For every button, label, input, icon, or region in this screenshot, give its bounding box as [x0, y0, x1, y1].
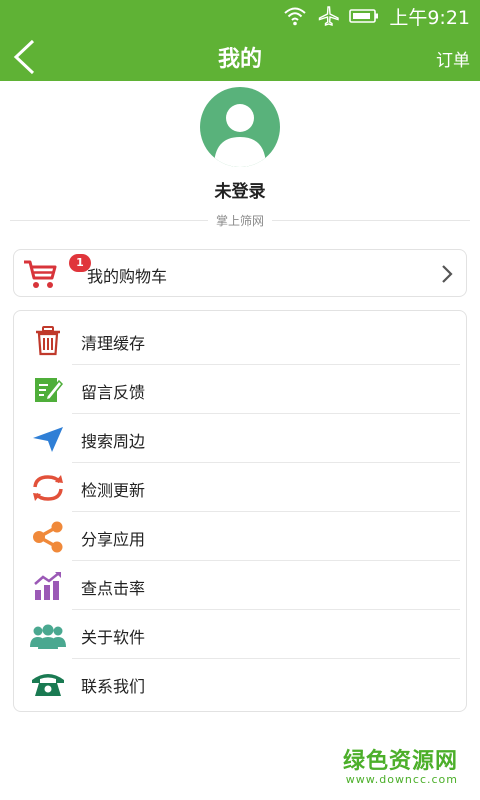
- phone-icon: [28, 668, 68, 700]
- menu-label: 分享应用: [81, 530, 146, 549]
- site-name-divider: 掌上筛网: [10, 212, 471, 229]
- avatar[interactable]: [200, 87, 280, 167]
- divider: [72, 364, 460, 365]
- divider: [72, 658, 460, 659]
- watermark-url: www.downcc.com: [345, 773, 458, 786]
- chevron-right-icon: [440, 263, 454, 289]
- menu-item-feedback[interactable]: 留言反馈: [14, 366, 466, 414]
- cart-label: 我的购物车: [87, 267, 168, 286]
- menu-item-clear-cache[interactable]: 清理缓存: [14, 317, 466, 365]
- shopping-cart-row[interactable]: 1 我的购物车: [13, 249, 467, 297]
- order-button[interactable]: 订单: [436, 46, 470, 71]
- menu-label: 检测更新: [81, 481, 146, 500]
- edit-note-icon: [28, 374, 68, 406]
- menu-label: 查点击率: [81, 579, 146, 598]
- menu-item-share-app[interactable]: 分享应用: [14, 513, 466, 561]
- divider: [72, 413, 460, 414]
- divider: [72, 511, 460, 512]
- page-title: 我的: [217, 46, 262, 72]
- status-bar: 上午9:21: [0, 0, 480, 32]
- airplane-icon: [317, 6, 340, 26]
- clock-time: 上午9:21: [389, 6, 470, 29]
- stats-chart-icon: [28, 570, 68, 602]
- menu-label: 清理缓存: [81, 334, 146, 353]
- menu-item-search-nearby[interactable]: 搜索周边: [14, 415, 466, 463]
- menu-item-about[interactable]: 关于软件: [14, 611, 466, 659]
- site-name: 掌上筛网: [216, 214, 265, 228]
- divider: [72, 609, 460, 610]
- watermark-title: 绿色资源网: [342, 749, 458, 774]
- menu-item-click-rate[interactable]: 查点击率: [14, 562, 466, 610]
- menu-label: 搜索周边: [81, 432, 146, 451]
- wifi-icon: [283, 6, 307, 26]
- menu-label: 联系我们: [81, 677, 146, 696]
- menu-item-check-update[interactable]: 检测更新: [14, 464, 466, 512]
- divider-line-left: [10, 220, 208, 221]
- battery-icon: [349, 8, 379, 24]
- settings-menu: 清理缓存 留言反馈 搜索周边 检测更新 分享应用 查点击率 关于软件 联系我们: [13, 310, 467, 712]
- back-button[interactable]: [4, 32, 44, 81]
- divider: [72, 462, 460, 463]
- profile-section: 未登录 掌上筛网: [0, 81, 480, 229]
- trash-icon: [28, 325, 68, 357]
- shopping-cart-icon: [22, 258, 58, 290]
- menu-label: 留言反馈: [81, 383, 146, 402]
- menu-label: 关于软件: [81, 628, 146, 647]
- location-arrow-icon: [28, 423, 68, 455]
- login-status[interactable]: 未登录: [215, 177, 266, 202]
- divider-line-right: [272, 220, 471, 221]
- people-icon: [28, 619, 68, 651]
- menu-item-contact[interactable]: 联系我们: [14, 660, 466, 708]
- refresh-icon: [28, 472, 68, 504]
- watermark: 绿色资源网 www.downcc.com: [343, 743, 458, 786]
- navigation-bar: 我的 订单: [0, 32, 480, 81]
- divider: [72, 560, 460, 561]
- back-chevron-icon: [13, 39, 35, 74]
- share-icon: [28, 521, 68, 553]
- user-avatar-icon: [214, 104, 266, 167]
